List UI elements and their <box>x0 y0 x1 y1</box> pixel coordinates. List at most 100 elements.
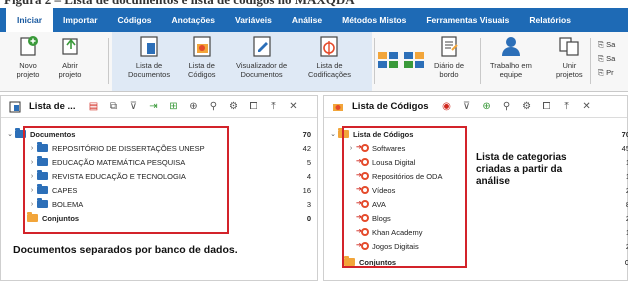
gear-icon[interactable]: ⚙ <box>520 100 534 114</box>
abrir-projeto-label: Abrir projeto <box>58 61 82 79</box>
new-code-icon[interactable]: ⊕ <box>480 100 494 114</box>
maximize-icon[interactable]: ⤒ <box>266 100 280 114</box>
abrir-projeto-button[interactable]: Abrir projeto <box>58 34 82 79</box>
document-count: 42 <box>302 144 311 153</box>
merge-projects-icon <box>557 34 581 58</box>
logbook-icon <box>437 34 461 58</box>
highlight-box <box>23 126 229 234</box>
document-list-icon <box>137 34 161 58</box>
ribbon-separator <box>590 38 591 84</box>
ribbon-separator <box>374 38 375 84</box>
code-count: 2 <box>625 242 628 251</box>
document-count: 4 <box>306 172 311 181</box>
code-count: 1 <box>625 172 628 181</box>
search-icon[interactable]: ⚲ <box>206 100 220 114</box>
open-project-icon <box>58 34 82 58</box>
ribbon-separator <box>480 38 481 84</box>
ribbon-toolbar: Novo projeto Abrir projeto Lista de Docu… <box>0 32 628 92</box>
menu-bar: Iniciar Importar Códigos Anotações Variá… <box>0 8 628 32</box>
ribbon-side-item[interactable]: ⎘ Sa <box>598 38 615 52</box>
visualizador-documentos-button[interactable]: Visualizador de Documentos <box>236 34 287 79</box>
search-icon[interactable]: ⚲ <box>500 100 514 114</box>
menu-variaveis[interactable]: Variáveis <box>225 8 282 32</box>
novo-projeto-button[interactable]: Novo projeto <box>16 34 40 79</box>
close-icon[interactable]: ✕ <box>286 100 300 114</box>
undock-icon[interactable]: ⧠ <box>540 100 554 114</box>
figure-caption: Figura 2 – Lista de documentos e lista d… <box>0 0 628 8</box>
diario-bordo-button[interactable]: Diário de bordo <box>434 34 464 79</box>
lista-codigos-button[interactable]: Lista de Códigos <box>188 34 216 79</box>
close-icon[interactable]: ✕ <box>580 100 594 114</box>
lista-codificacoes-label: Lista de Codificações <box>308 61 351 79</box>
code-count: 2 <box>625 186 628 195</box>
code-tag-icon[interactable]: ◉ <box>440 100 454 114</box>
new-project-icon <box>16 34 40 58</box>
document-list-title: Lista de ... <box>29 101 76 112</box>
chevron-down-icon[interactable]: ⌄ <box>5 130 15 138</box>
menu-importar[interactable]: Importar <box>53 8 107 32</box>
chevron-down-icon[interactable]: ⌄ <box>328 130 338 138</box>
layout-grid-button-2[interactable] <box>402 48 426 75</box>
menu-metodos-mistos[interactable]: Métodos Mistos <box>332 8 416 32</box>
undock-icon[interactable]: ⧠ <box>246 100 260 114</box>
new-document-icon[interactable]: ⊞ <box>166 100 180 114</box>
document-viewer-icon <box>250 34 274 58</box>
filter-icon[interactable]: ⊽ <box>126 100 140 114</box>
coding-list-icon <box>317 34 341 58</box>
code-count: 8 <box>625 200 628 209</box>
lista-documentos-button[interactable]: Lista de Documentos <box>128 34 170 79</box>
trabalho-equipe-label: Trabalho em equipe <box>490 61 532 79</box>
activate-icon[interactable]: ⊕ <box>186 100 200 114</box>
lista-codificacoes-button[interactable]: Lista de Codificações <box>308 34 351 79</box>
diario-label: Diário de bordo <box>434 61 465 79</box>
team-icon <box>499 34 523 58</box>
maximize-icon[interactable]: ⤒ <box>560 100 574 114</box>
document-list-icon <box>8 100 22 114</box>
document-count: 16 <box>302 186 311 195</box>
code-count: 2 <box>625 214 628 223</box>
caption-text: Figura 2 – Lista de documentos e lista d… <box>4 0 355 8</box>
sets-count: 0 <box>306 214 311 223</box>
annotation-text: Lista de categorias criadas a partir da … <box>476 152 567 187</box>
document-set-icon[interactable]: ▤ <box>86 100 100 114</box>
annotation-text: Documentos separados por banco de dados. <box>13 244 238 256</box>
ribbon-side-list: ⎘ Sa ⎘ Sa ⎘ Pr <box>598 38 615 80</box>
code-count: 45 <box>621 144 628 153</box>
menu-anotacoes[interactable]: Anotações <box>162 8 225 32</box>
code-count: 70 <box>621 130 628 139</box>
trabalho-equipe-button[interactable]: Trabalho em equipe <box>490 34 532 79</box>
filter-icon[interactable]: ⊽ <box>460 100 474 114</box>
highlight-box <box>342 126 467 268</box>
gear-icon[interactable]: ⚙ <box>226 100 240 114</box>
document-count: 70 <box>302 130 311 139</box>
layout-grid-icon <box>402 48 426 72</box>
menu-iniciar[interactable]: Iniciar <box>6 8 54 32</box>
import-icon[interactable]: ⇥ <box>146 100 160 114</box>
code-list-toolbar: Lista de Códigos ◉ ⊽ ⊕ ⚲ ⚙ ⧠ ⤒ ✕ <box>324 96 627 118</box>
code-count: 1 <box>625 158 628 167</box>
visualizador-label: Visualizador de Documentos <box>236 61 288 79</box>
menu-analise[interactable]: Análise <box>282 8 332 32</box>
sets-count: C <box>624 258 628 267</box>
novo-projeto-label: Novo projeto <box>16 61 40 79</box>
code-count: 1 <box>625 228 628 237</box>
document-count: 5 <box>306 158 311 167</box>
document-list-panel: Lista de ... ▤ ⧉ ⊽ ⇥ ⊞ ⊕ ⚲ ⚙ ⧠ ⤒ ✕ ⌄ Doc… <box>0 95 318 281</box>
copy-icon[interactable]: ⧉ <box>106 100 120 114</box>
menu-codigos[interactable]: Códigos <box>108 8 162 32</box>
lista-codigos-label: Lista de Códigos <box>188 61 216 79</box>
code-list-icon <box>190 34 214 58</box>
menu-ferramentas-visuais[interactable]: Ferramentas Visuais <box>416 8 519 32</box>
layout-grid-button-1[interactable] <box>376 48 400 75</box>
layout-grid-icon <box>376 48 400 72</box>
unir-projetos-label: Unir projetos <box>556 61 583 79</box>
ribbon-side-item[interactable]: ⎘ Pr <box>598 66 615 80</box>
code-list-title: Lista de Códigos <box>352 101 429 112</box>
lista-documentos-label: Lista de Documentos <box>128 61 171 79</box>
unir-projetos-button[interactable]: Unir projetos <box>556 34 583 79</box>
document-list-toolbar: Lista de ... ▤ ⧉ ⊽ ⇥ ⊞ ⊕ ⚲ ⚙ ⧠ ⤒ ✕ <box>1 96 317 118</box>
menu-relatorios[interactable]: Relatórios <box>519 8 581 32</box>
document-count: 3 <box>306 200 311 209</box>
code-list-panel: Lista de Códigos ◉ ⊽ ⊕ ⚲ ⚙ ⧠ ⤒ ✕ ⌄ Lista… <box>323 95 628 281</box>
ribbon-side-item[interactable]: ⎘ Sa <box>598 52 615 66</box>
